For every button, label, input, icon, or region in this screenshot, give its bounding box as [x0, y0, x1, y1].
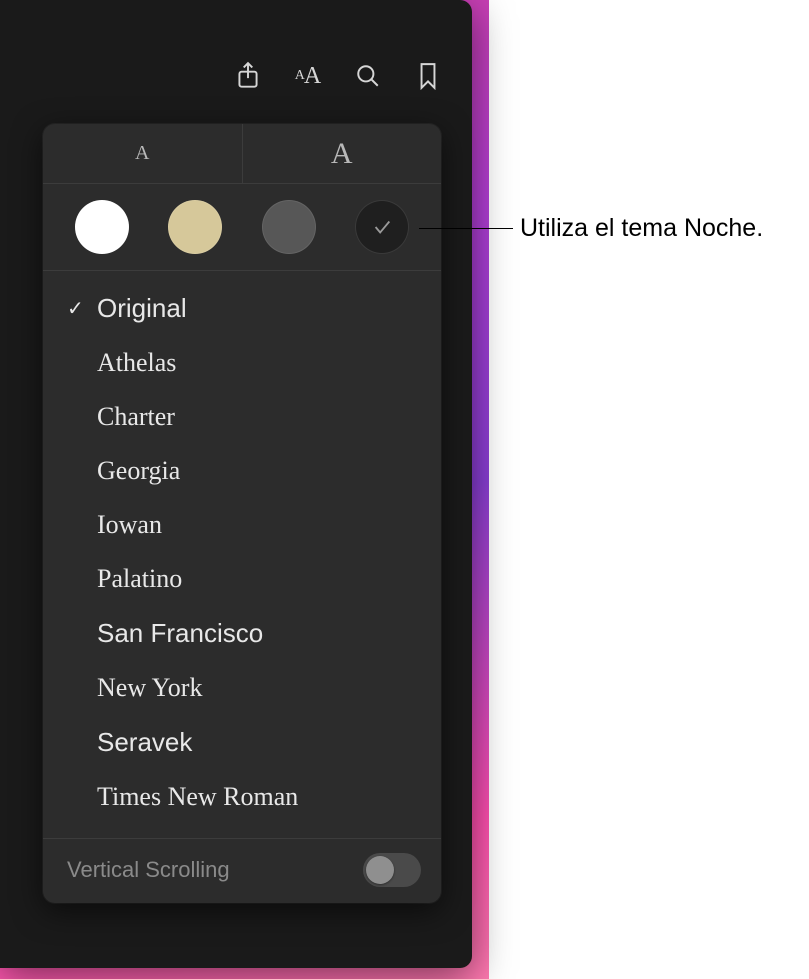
font-option-seravek[interactable]: Seravek: [43, 715, 441, 770]
font-list: ✓Original Athelas Charter Georgia Iowan Palat…: [43, 271, 441, 838]
callout-leader-line: [419, 228, 513, 229]
font-option-charter[interactable]: Charter: [43, 390, 441, 444]
checkmark-icon: ✓: [67, 296, 91, 321]
text-appearance-icon[interactable]: AA: [292, 60, 324, 92]
font-option-new-york[interactable]: New York: [43, 661, 441, 715]
font-option-label: Times New Roman: [97, 782, 421, 812]
vertical-scrolling-toggle[interactable]: [363, 853, 421, 887]
font-option-original[interactable]: ✓Original: [43, 281, 441, 336]
decrease-font-size-button[interactable]: A: [43, 124, 242, 183]
font-option-label: Georgia: [97, 456, 421, 486]
callout-text: Utiliza el tema Noche.: [520, 214, 763, 243]
search-icon[interactable]: [352, 60, 384, 92]
increase-font-size-button[interactable]: A: [242, 124, 442, 183]
font-option-label: Palatino: [97, 564, 421, 594]
font-option-label: Athelas: [97, 348, 421, 378]
font-option-georgia[interactable]: Georgia: [43, 444, 441, 498]
font-option-label: Seravek: [97, 727, 421, 758]
font-option-label: New York: [97, 673, 421, 703]
font-option-athelas[interactable]: Athelas: [43, 336, 441, 390]
vertical-scrolling-label: Vertical Scrolling: [67, 857, 230, 883]
theme-gray[interactable]: [262, 200, 316, 254]
font-option-label: San Francisco: [97, 618, 421, 649]
font-option-san-francisco[interactable]: San Francisco: [43, 606, 441, 661]
vertical-scrolling-row: Vertical Scrolling: [43, 838, 441, 903]
appearance-popover: A A ✓Original Athelas Charter Georgia Iowan P…: [43, 124, 441, 903]
share-icon[interactable]: [232, 60, 264, 92]
bookmark-icon[interactable]: [412, 60, 444, 92]
large-a-glyph: A: [331, 137, 353, 171]
font-option-label: Iowan: [97, 510, 421, 540]
font-option-times-new-roman[interactable]: Times New Roman: [43, 770, 441, 824]
font-option-label: Original: [97, 293, 421, 324]
toggle-knob: [366, 856, 394, 884]
small-a-glyph: A: [135, 142, 149, 165]
toolbar: AA: [0, 60, 472, 92]
font-option-iowan[interactable]: Iowan: [43, 498, 441, 552]
theme-sepia[interactable]: [168, 200, 222, 254]
font-option-palatino[interactable]: Palatino: [43, 552, 441, 606]
font-option-label: Charter: [97, 402, 421, 432]
theme-white[interactable]: [75, 200, 129, 254]
theme-row: [43, 184, 441, 271]
theme-night[interactable]: [355, 200, 409, 254]
font-size-row: A A: [43, 124, 441, 184]
books-app-window: AA A A: [0, 0, 472, 968]
